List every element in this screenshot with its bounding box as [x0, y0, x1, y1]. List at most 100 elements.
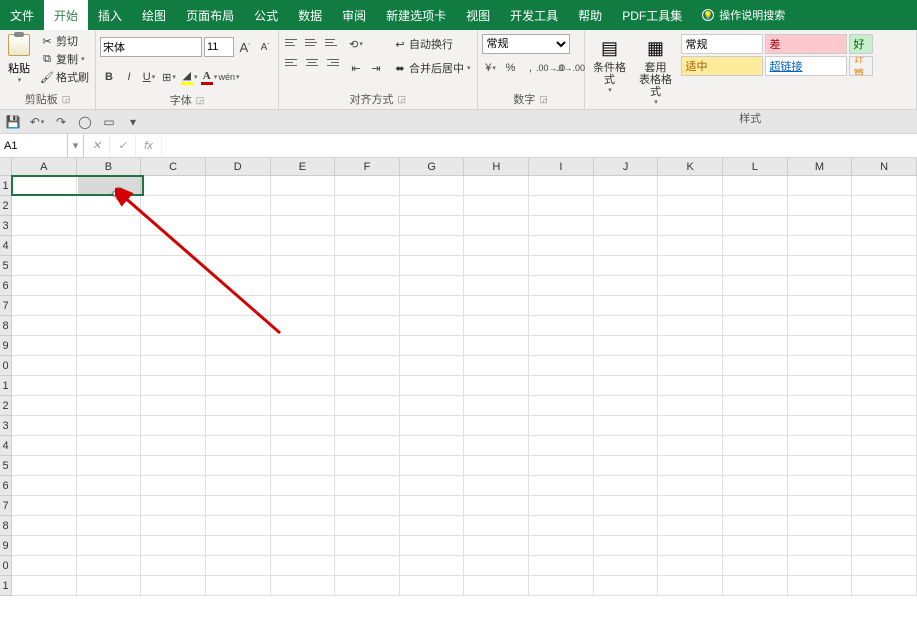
tab-draw[interactable]: 绘图	[132, 0, 176, 30]
tab-file[interactable]: 文件	[0, 0, 44, 30]
cell[interactable]	[723, 176, 788, 196]
cell[interactable]	[12, 416, 77, 436]
cell[interactable]	[723, 476, 788, 496]
cell[interactable]	[335, 376, 400, 396]
qat-button[interactable]: ◯	[76, 113, 94, 131]
cell[interactable]	[12, 196, 77, 216]
tab-data[interactable]: 数据	[288, 0, 332, 30]
cell[interactable]	[271, 496, 336, 516]
cell[interactable]	[12, 256, 77, 276]
cell[interactable]	[723, 536, 788, 556]
cell[interactable]	[723, 456, 788, 476]
cell[interactable]	[788, 176, 853, 196]
row-header[interactable]: 3	[0, 216, 11, 236]
cell[interactable]	[594, 176, 659, 196]
cell[interactable]	[400, 296, 465, 316]
cell[interactable]	[788, 376, 853, 396]
cell[interactable]	[77, 476, 142, 496]
increase-font-button[interactable]: Aˆ	[236, 37, 254, 57]
cell[interactable]	[141, 296, 206, 316]
merge-center-button[interactable]: ⬌ 合并后居中 ▾	[391, 58, 473, 78]
cell[interactable]	[271, 376, 336, 396]
cell[interactable]	[529, 196, 594, 216]
cell[interactable]	[594, 536, 659, 556]
cell[interactable]	[206, 436, 271, 456]
cell[interactable]	[271, 296, 336, 316]
cell[interactable]	[77, 216, 142, 236]
cell[interactable]	[723, 336, 788, 356]
cell[interactable]	[464, 436, 529, 456]
style-calc[interactable]: 计算	[849, 56, 873, 76]
cell[interactable]	[206, 396, 271, 416]
cell[interactable]	[206, 356, 271, 376]
cell[interactable]	[788, 276, 853, 296]
cell[interactable]	[335, 356, 400, 376]
cell[interactable]	[529, 416, 594, 436]
cell[interactable]	[77, 336, 142, 356]
cell[interactable]	[464, 196, 529, 216]
cell[interactable]	[529, 216, 594, 236]
italic-button[interactable]: I	[120, 67, 138, 87]
cell[interactable]	[77, 496, 142, 516]
cell[interactable]	[335, 276, 400, 296]
cell[interactable]	[271, 356, 336, 376]
percent-button[interactable]: %	[502, 58, 520, 78]
cell[interactable]	[335, 296, 400, 316]
row-headers[interactable]: 123456789012345678901	[0, 176, 12, 596]
cell[interactable]	[12, 576, 77, 596]
cell[interactable]	[206, 176, 271, 196]
cell[interactable]	[12, 436, 77, 456]
row-header[interactable]: 0	[0, 556, 11, 576]
underline-button[interactable]: U▾	[140, 67, 158, 87]
align-left-button[interactable]	[283, 54, 301, 70]
cell[interactable]	[141, 576, 206, 596]
cell[interactable]	[852, 236, 917, 256]
cell[interactable]	[141, 356, 206, 376]
cell[interactable]	[658, 276, 723, 296]
style-hyperlink[interactable]: 超链接	[765, 56, 847, 76]
cell[interactable]	[400, 496, 465, 516]
align-bottom-button[interactable]	[323, 34, 341, 50]
cell[interactable]	[271, 556, 336, 576]
cell[interactable]	[335, 316, 400, 336]
cell[interactable]	[77, 296, 142, 316]
cell[interactable]	[788, 196, 853, 216]
cell[interactable]	[529, 556, 594, 576]
cell[interactable]	[335, 476, 400, 496]
cell[interactable]	[141, 376, 206, 396]
cell[interactable]	[788, 216, 853, 236]
cell[interactable]	[529, 276, 594, 296]
cell[interactable]	[658, 356, 723, 376]
cell[interactable]	[141, 316, 206, 336]
tell-me-search[interactable]: 💡 操作说明搜索	[702, 0, 785, 30]
row-header[interactable]: 1	[0, 576, 11, 596]
cell[interactable]	[594, 336, 659, 356]
cell[interactable]	[723, 496, 788, 516]
cell[interactable]	[206, 276, 271, 296]
cell[interactable]	[723, 296, 788, 316]
cell[interactable]	[77, 176, 142, 196]
tab-pdf[interactable]: PDF工具集	[612, 0, 692, 30]
cell[interactable]	[594, 376, 659, 396]
cell[interactable]	[594, 556, 659, 576]
cell[interactable]	[852, 576, 917, 596]
cell[interactable]	[788, 416, 853, 436]
cell[interactable]	[594, 476, 659, 496]
cell[interactable]	[335, 536, 400, 556]
cell[interactable]	[77, 396, 142, 416]
row-header[interactable]: 4	[0, 236, 11, 256]
row-header[interactable]: 2	[0, 196, 11, 216]
cell[interactable]	[400, 196, 465, 216]
cell[interactable]	[658, 416, 723, 436]
cell[interactable]	[400, 576, 465, 596]
cell[interactable]	[529, 436, 594, 456]
cell[interactable]	[658, 456, 723, 476]
cell[interactable]	[335, 396, 400, 416]
cell[interactable]	[723, 516, 788, 536]
cell[interactable]	[335, 456, 400, 476]
cell[interactable]	[852, 516, 917, 536]
cell[interactable]	[529, 496, 594, 516]
cell[interactable]	[594, 196, 659, 216]
cells-area[interactable]	[12, 176, 917, 623]
cell[interactable]	[12, 396, 77, 416]
